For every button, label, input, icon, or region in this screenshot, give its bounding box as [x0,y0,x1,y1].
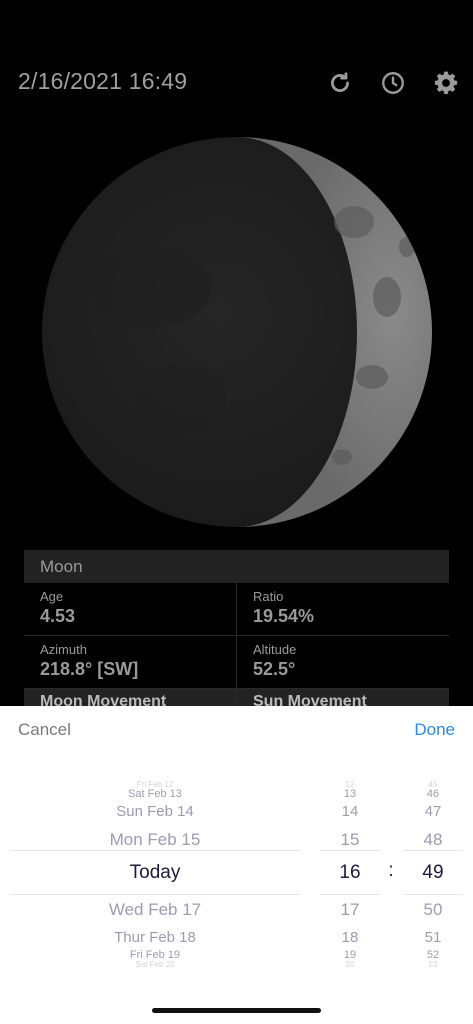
altitude-cell: Altitude 52.5° [236,636,449,688]
moon-phase-image [42,137,432,527]
picker-minute-selected[interactable]: 49 [403,862,463,884]
azimuth-value: 218.8° [SW] [40,659,139,679]
age-value: 4.53 [40,606,76,626]
ratio-label: Ratio [253,589,284,604]
picker-hour-item[interactable]: 20 [320,960,380,969]
date-wheel[interactable]: Fri Feb 12 Sat Feb 13 Sun Feb 14 Mon Feb… [10,780,300,969]
picker-date-selected[interactable]: Today [10,862,300,884]
picker-date-item[interactable]: Wed Feb 17 [10,900,300,920]
time-separator: : [388,860,394,881]
date-picker-sheet: Cancel Done Fri Feb 12 Sat Feb 13 Sun Fe… [0,706,473,1024]
picker-date-item[interactable]: Sat Feb 13 [10,788,300,800]
picker-hour-item[interactable]: 18 [320,929,380,946]
picker-minute-item[interactable]: 53 [403,960,463,969]
table-row: Age 4.53 Ratio 19.54% [24,583,449,636]
home-indicator[interactable] [152,1008,321,1013]
refresh-icon[interactable] [325,68,355,98]
picker-minute-item[interactable]: 47 [403,803,463,820]
moon-info-table: Moon Age 4.53 Ratio 19.54% Azimuth 218.8… [24,550,449,711]
altitude-label: Altitude [253,642,297,657]
ratio-cell: Ratio 19.54% [236,583,449,635]
minute-wheel[interactable]: 45 46 47 48 49 50 51 52 53 [403,780,463,969]
picker-date-item[interactable]: Sun Feb 14 [10,803,300,820]
picker-hour-item[interactable]: 15 [320,830,380,850]
current-datetime[interactable]: 2/16/2021 16:49 [18,68,187,95]
picker-date-item[interactable]: Mon Feb 15 [10,830,300,850]
picker-minute-item[interactable]: 51 [403,929,463,946]
picker-date-item[interactable]: Thur Feb 18 [10,929,300,946]
picker-date-item[interactable]: Sat Feb 20 [10,960,300,969]
done-button[interactable]: Done [414,720,455,740]
azimuth-cell: Azimuth 218.8° [SW] [24,636,236,688]
ratio-value: 19.54% [253,606,315,626]
picker-minute-item[interactable]: 46 [403,788,463,800]
gear-icon[interactable] [431,68,461,98]
table-title: Moon [24,550,449,583]
azimuth-label: Azimuth [40,642,87,657]
picker-hour-selected[interactable]: 16 [320,862,380,884]
date-time-picker[interactable]: Fri Feb 12 Sat Feb 13 Sun Feb 14 Mon Feb… [0,780,473,969]
age-label: Age [40,589,64,604]
clock-icon[interactable] [378,68,408,98]
picker-minute-item[interactable]: 50 [403,900,463,920]
picker-hour-item[interactable]: 14 [320,803,380,820]
picker-minute-item[interactable]: 48 [403,830,463,850]
picker-toolbar: Cancel Done [0,706,473,754]
hour-wheel[interactable]: 12 13 14 15 16 17 18 19 20 [320,780,380,969]
picker-hour-item[interactable]: 13 [320,788,380,800]
altitude-value: 52.5° [253,659,296,679]
age-cell: Age 4.53 [24,583,236,635]
cancel-button[interactable]: Cancel [18,720,71,740]
table-row: Azimuth 218.8° [SW] Altitude 52.5° [24,636,449,689]
picker-hour-item[interactable]: 17 [320,900,380,920]
